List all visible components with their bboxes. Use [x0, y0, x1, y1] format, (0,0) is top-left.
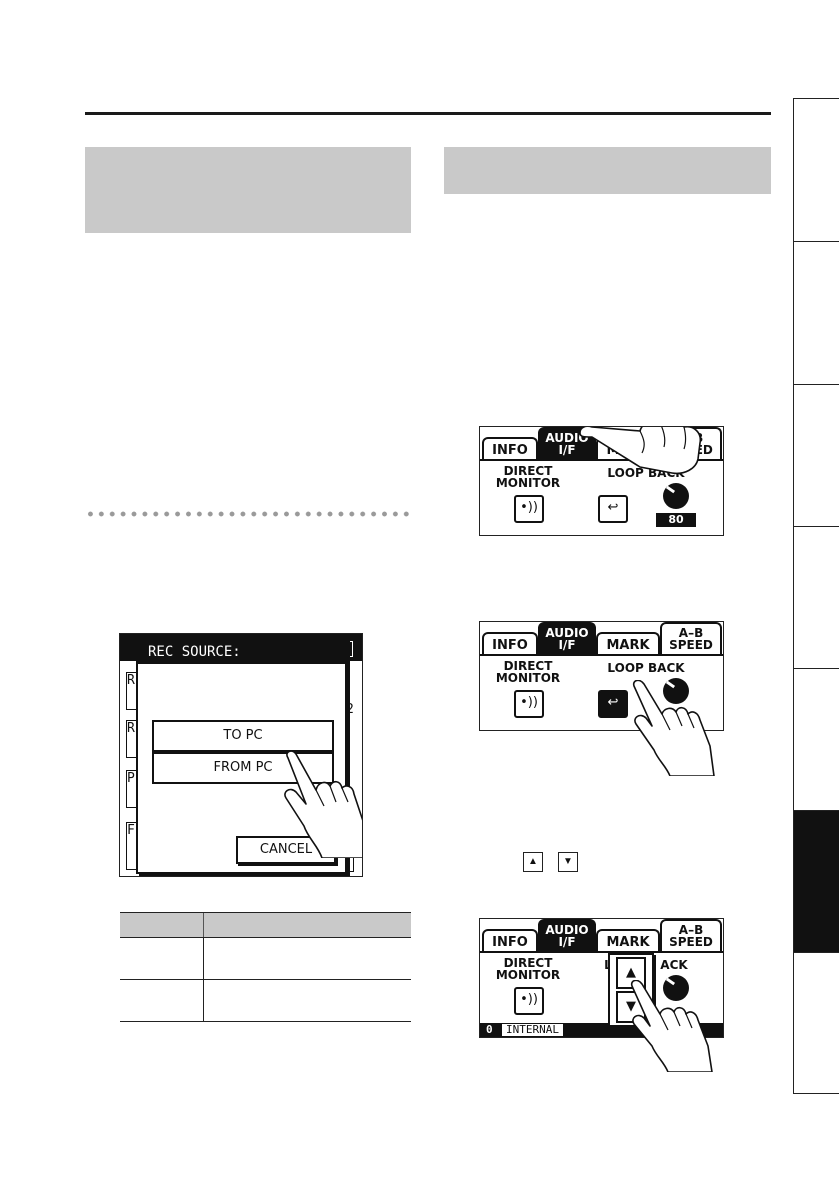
- chapter-tab-6-active[interactable]: [794, 810, 839, 952]
- audio-if-screen-1: INFO AUDIOI/F MARK A–BSPEED DIRECTMONITO…: [479, 426, 724, 536]
- chapter-tab-1[interactable]: [794, 98, 839, 241]
- rec-source-screen: R R P F : 2 REC SOURCE: TO PC FROM PC CA…: [119, 633, 363, 877]
- tab-audio-if[interactable]: AUDIO I/F: [538, 622, 596, 656]
- pointing-hand-icon: [284, 750, 362, 858]
- chapter-tab-3[interactable]: [794, 384, 839, 526]
- loop-back-icon[interactable]: ↩: [598, 495, 628, 523]
- tab-info[interactable]: INFO: [482, 632, 538, 656]
- status-text: INTERNAL: [502, 1024, 563, 1036]
- chapter-tab-4[interactable]: [794, 526, 839, 668]
- tab-mark[interactable]: MARK: [596, 632, 660, 656]
- chapter-tab-2[interactable]: [794, 241, 839, 384]
- tapping-hand-icon: [580, 427, 702, 475]
- top-rule: [85, 112, 771, 115]
- loop-back-label: LOOP BACK: [607, 661, 685, 675]
- direct-monitor-label: DIRECT MONITOR: [495, 659, 561, 685]
- up-key-icon: ▲: [523, 852, 543, 872]
- knob-value: 80: [656, 513, 696, 527]
- tab-info[interactable]: INFO: [482, 437, 538, 461]
- tab-ab-speed[interactable]: A–BSPEED: [660, 622, 722, 656]
- down-key-icon: ▼: [558, 852, 578, 872]
- tab-ab-speed[interactable]: A–BSPEED: [660, 919, 722, 953]
- table-row: [120, 980, 411, 1022]
- dotted-separator: [85, 510, 411, 518]
- direct-monitor-icon[interactable]: •)): [514, 987, 544, 1015]
- pointing-hand-icon: [630, 980, 713, 1072]
- section-header-right: [444, 147, 771, 194]
- bg-digit: 2: [346, 702, 354, 717]
- table-row: [120, 938, 411, 980]
- section-header-left: [85, 147, 411, 233]
- direct-monitor-label: DIRECT MONITOR: [495, 464, 561, 490]
- tab-info[interactable]: INFO: [482, 929, 538, 953]
- dialog-title: REC SOURCE:: [148, 644, 241, 660]
- direct-monitor-label: DIRECT MONITOR: [495, 956, 561, 982]
- table-header-row: [120, 912, 411, 938]
- loop-back-icon-active[interactable]: ↩: [598, 690, 628, 718]
- pointing-hand-icon: [632, 680, 715, 776]
- status-number: 0: [486, 1023, 493, 1036]
- chapter-tab-7[interactable]: [794, 952, 839, 1094]
- settings-table: [120, 912, 411, 1022]
- back-partial-label: ACK: [660, 958, 688, 972]
- direct-monitor-icon[interactable]: •)): [514, 495, 544, 523]
- tab-audio-if[interactable]: AUDIO I/F: [538, 919, 596, 953]
- tab-mark[interactable]: MARK: [596, 929, 660, 953]
- loop-back-knob-icon[interactable]: [663, 483, 689, 509]
- chapter-tab-5[interactable]: [794, 668, 839, 810]
- chapter-index-tabs: [793, 98, 839, 1094]
- direct-monitor-icon[interactable]: •)): [514, 690, 544, 718]
